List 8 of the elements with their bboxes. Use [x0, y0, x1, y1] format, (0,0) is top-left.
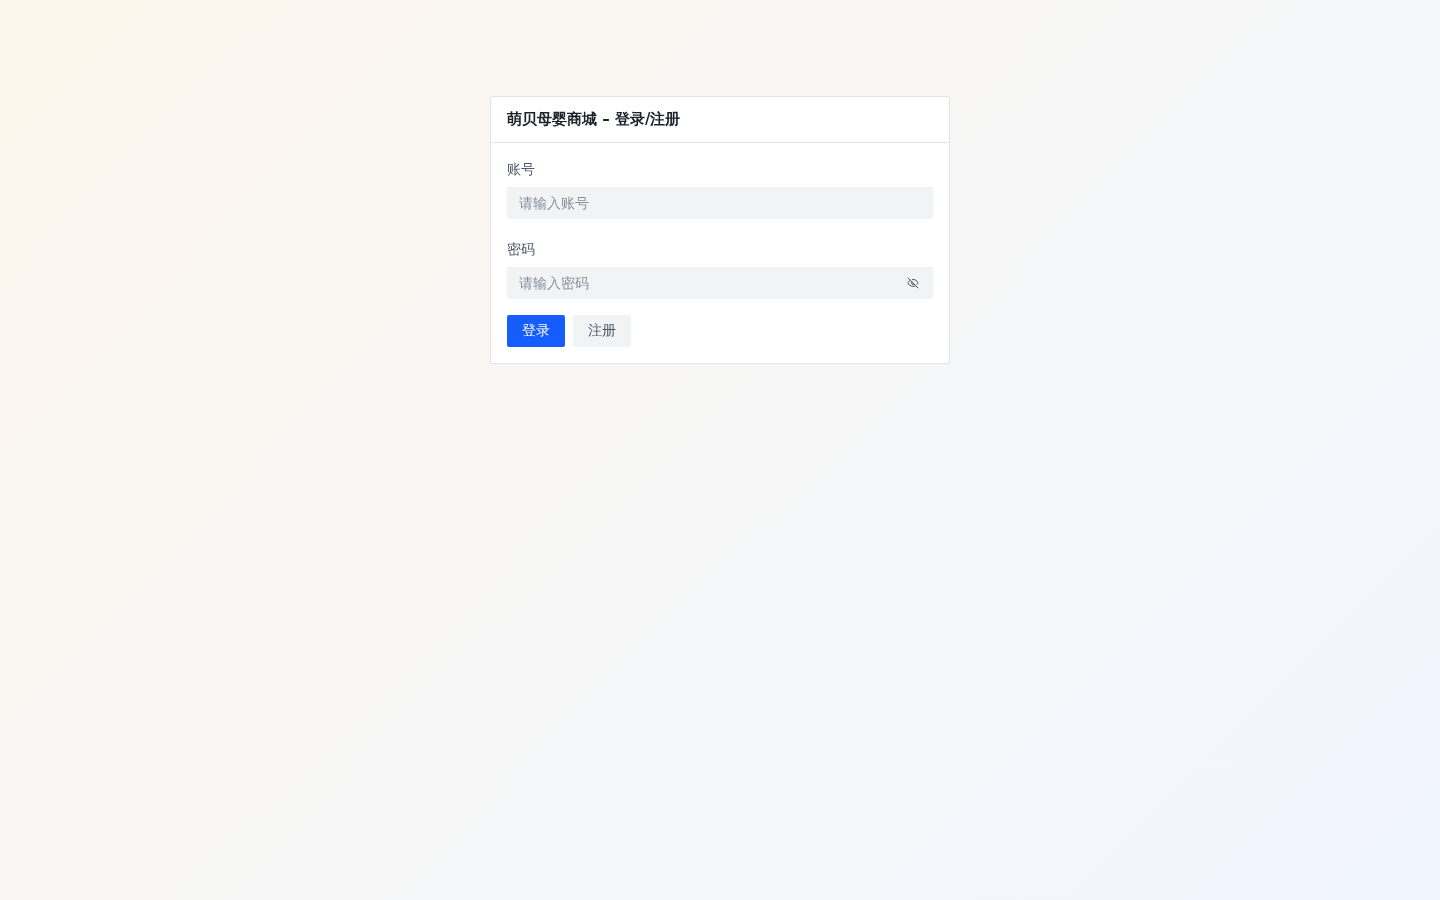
- card-title: 萌贝母婴商城 – 登录/注册: [507, 109, 682, 130]
- field-label: 账号: [507, 160, 536, 179]
- eye-off-icon[interactable]: [907, 277, 919, 289]
- input-field[interactable]: 请输入密码: [507, 267, 933, 299]
- login-button[interactable]: 登录: [507, 315, 565, 347]
- input-field[interactable]: 请输入账号: [507, 187, 933, 219]
- register-button[interactable]: 注册: [573, 315, 631, 347]
- field-label: 密码: [507, 240, 536, 259]
